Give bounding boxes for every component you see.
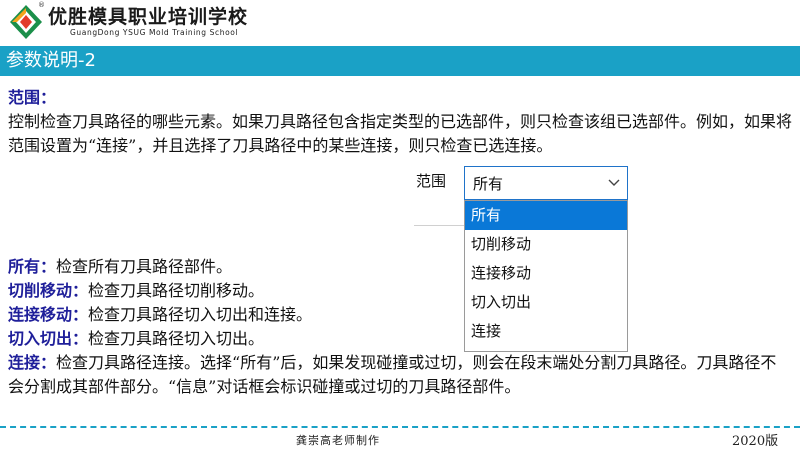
section-content: 范围： 控制检查刀具路径的哪些元素。如果刀具路径包含指定类型的已选部件，则只检查… [8, 86, 792, 158]
header: ® 优胜模具职业培训学校 GuangDong YSUG Mold Trainin… [0, 0, 800, 46]
option-term: 连接 [8, 353, 41, 372]
option-text: 检查所有刀具路径部件。 [56, 257, 233, 276]
school-logo-icon [10, 5, 42, 39]
range-select[interactable]: 所有 [464, 166, 628, 200]
school-name: 优胜模具职业培训学校 [48, 6, 249, 28]
section-description: 控制检查刀具路径的哪些元素。如果刀具路径包含指定类型的已选部件，则只检查该组已选… [8, 112, 793, 155]
registered-mark: ® [38, 1, 45, 9]
term-separator: ： [72, 281, 89, 300]
term-separator: ： [72, 329, 89, 348]
slide-title: 参数说明-2 [6, 50, 96, 71]
footer-version: 2020版 [732, 434, 779, 449]
term-separator: ： [40, 353, 57, 372]
list-item: 连接：检查刀具路径连接。选择“所有”后，如果发现碰撞或过切，则会在段末端处分割刀… [8, 351, 792, 399]
option-term: 切削移动 [8, 281, 73, 300]
option-descriptions: 所有：检查所有刀具路径部件。 切削移动：检查刀具路径切削移动。 连接移动：检查刀… [8, 255, 792, 399]
option-term: 切入切出 [8, 329, 73, 348]
divider [414, 225, 464, 226]
list-item: 切入切出：检查刀具路径切入切出。 [8, 327, 792, 351]
slide-title-bar: 参数说明-2 [0, 46, 800, 76]
option-text: 检查刀具路径连接。选择“所有”后，如果发现碰撞或过切，则会在段末端处分割刀具路径… [8, 353, 777, 396]
term-separator: ： [72, 305, 89, 324]
term-separator: ： [40, 257, 57, 276]
school-name-english: GuangDong YSUG Mold Training School [70, 28, 239, 37]
chevron-down-icon[interactable] [601, 167, 627, 199]
list-item: 切削移动：检查刀具路径切削移动。 [8, 279, 792, 303]
list-item: 连接移动：检查刀具路径切入切出和连接。 [8, 303, 792, 327]
footer-divider [0, 426, 800, 428]
list-item: 所有：检查所有刀具路径部件。 [8, 255, 792, 279]
section-heading: 范围： [8, 88, 57, 107]
option-text: 检查刀具路径切入切出。 [88, 329, 265, 348]
range-label: 范围 [416, 172, 447, 190]
range-selected-value: 所有 [473, 175, 504, 193]
option-term: 所有 [8, 257, 41, 276]
option-text: 检查刀具路径切削移动。 [88, 281, 265, 300]
range-option[interactable]: 所有 [465, 201, 627, 230]
footer-author: 龚崇高老师制作 [296, 434, 380, 447]
option-text: 检查刀具路径切入切出和连接。 [88, 305, 313, 324]
option-term: 连接移动 [8, 305, 73, 324]
